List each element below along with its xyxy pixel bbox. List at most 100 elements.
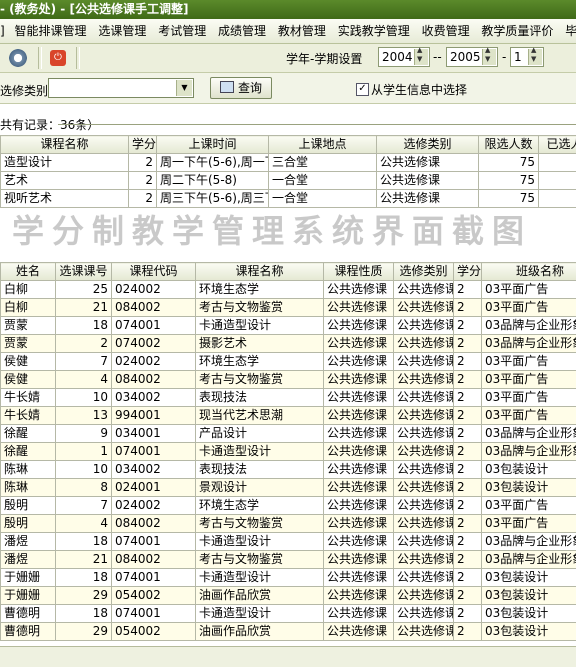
table-cell: 10 — [56, 389, 112, 407]
spin-arrows-icon[interactable] — [414, 49, 428, 65]
chevron-down-icon[interactable]: ▼ — [176, 80, 192, 96]
table-cell: 13 — [56, 407, 112, 425]
from-student-checkbox[interactable]: ✓ — [356, 83, 369, 96]
column-header[interactable]: 班级名称 — [482, 263, 576, 281]
table-cell: 公共选修课 — [394, 551, 454, 569]
menu-item-course-selection[interactable]: 选课管理 — [94, 19, 150, 43]
menu-item-teaching-evaluation[interactable]: 教学质量评价 — [477, 19, 557, 43]
table-cell: 牛长婧 — [1, 389, 56, 407]
table-cell: 一合堂 — [269, 172, 377, 190]
menu-item-exam[interactable]: 考试管理 — [154, 19, 210, 43]
table-cell: 2 — [454, 443, 482, 461]
column-header[interactable]: 课程名称 — [196, 263, 324, 281]
table-row[interactable]: 白柳25024002环境生态学公共选修课公共选修课203平面广告 — [1, 281, 576, 299]
table-row[interactable]: 陈琳10034002表现技法公共选修课公共选修课203包装设计 — [1, 461, 576, 479]
menu-item-fees[interactable]: 收费管理 — [418, 19, 474, 43]
table-row[interactable]: 徐醒9034001产品设计公共选修课公共选修课203品牌与企业形象 — [1, 425, 576, 443]
spin-arrows-icon[interactable] — [528, 49, 542, 65]
table-row[interactable]: 于姗姗18074001卡通造型设计公共选修课公共选修课203包装设计 — [1, 569, 576, 587]
column-header[interactable]: 课程名称 — [1, 136, 129, 154]
table-cell: 公共选修课 — [324, 605, 394, 623]
table-cell: 25 — [56, 281, 112, 299]
column-header[interactable]: 已选人数 — [539, 136, 576, 154]
table-cell — [539, 190, 576, 208]
column-header[interactable]: 学分 — [129, 136, 157, 154]
table-row[interactable]: 曹德明29054002油画作品欣赏公共选修课公共选修课203包装设计 — [1, 623, 576, 641]
table-cell: 环境生态学 — [196, 281, 324, 299]
table-row[interactable]: 殷明4084002考古与文物鉴赏公共选修课公共选修课203平面广告 — [1, 515, 576, 533]
table-row[interactable]: 视听艺术2周三下午(5-6),周三下午一合堂公共选修课75 — [1, 190, 576, 208]
table-row[interactable]: 贾蒙18074001卡通造型设计公共选修课公共选修课203品牌与企业形象 — [1, 317, 576, 335]
table-row[interactable]: 殷明7024002环境生态学公共选修课公共选修课203平面广告 — [1, 497, 576, 515]
table-cell: 公共选修课 — [394, 623, 454, 641]
table-row[interactable]: 艺术2周二下午(5-8)一合堂公共选修课75 — [1, 172, 576, 190]
table-cell: 75 — [479, 172, 539, 190]
table-row[interactable]: 牛长婧10034002表现技法公共选修课公共选修课203平面广告 — [1, 389, 576, 407]
menu-item-textbooks[interactable]: 教材管理 — [274, 19, 330, 43]
column-header[interactable]: 姓名 — [1, 263, 56, 281]
menu-item-course-scheduling[interactable]: 智能排课管理 — [11, 19, 91, 43]
table-cell: 公共选修课 — [394, 335, 454, 353]
table-row[interactable]: 贾蒙2074002摄影艺术公共选修课公共选修课203品牌与企业形象 — [1, 335, 576, 353]
column-header[interactable]: 学分 — [454, 263, 482, 281]
toolbar: ⏻ 学年-学期设置 2004 -- 2005 - 1 — [0, 44, 576, 73]
menu-item-grades[interactable]: 成绩管理 — [214, 19, 270, 43]
column-header[interactable]: 限选人数 — [479, 136, 539, 154]
table-cell: 18 — [56, 317, 112, 335]
column-header[interactable]: 课程性质 — [324, 263, 394, 281]
table-cell: 公共选修课 — [324, 317, 394, 335]
category-select[interactable]: ▼ — [48, 78, 194, 98]
table-cell: 周三下午(5-6),周三下午 — [157, 190, 269, 208]
table-cell: 公共选修课 — [394, 353, 454, 371]
table-cell: 摄影艺术 — [196, 335, 324, 353]
table-row[interactable]: 陈琳8024001景观设计公共选修课公共选修课203包装设计 — [1, 479, 576, 497]
watermark-banner: 学分制教学管理系统界面截图 — [0, 208, 576, 254]
table-row[interactable]: 牛长婧13994001现当代艺术思潮公共选修课公共选修课203平面广告 — [1, 407, 576, 425]
spin-arrows-icon[interactable] — [482, 49, 496, 65]
table-row[interactable]: 徐醒1074001卡通造型设计公共选修课公共选修课203品牌与企业形象 — [1, 443, 576, 461]
column-header[interactable]: 上课时间 — [157, 136, 269, 154]
table-cell: 公共选修课 — [324, 623, 394, 641]
table-cell: 7 — [56, 353, 112, 371]
window-title-bar: - (教务处) - [公共选修课手工调整] — [0, 0, 576, 19]
table-cell: 03包装设计 — [482, 605, 576, 623]
table-cell: 考古与文物鉴赏 — [196, 515, 324, 533]
table-cell: 视听艺术 — [1, 190, 129, 208]
column-header[interactable]: 选修类别 — [394, 263, 454, 281]
year-start-stepper[interactable]: 2004 — [378, 47, 430, 67]
table-row[interactable]: 侯健4084002考古与文物鉴赏公共选修课公共选修课203平面广告 — [1, 371, 576, 389]
menu-item-graduation[interactable]: 毕业管理 — [561, 19, 576, 43]
gear-icon[interactable] — [8, 48, 28, 68]
table-cell: 曹德明 — [1, 605, 56, 623]
table-cell: 2 — [454, 461, 482, 479]
table-cell: 考古与文物鉴赏 — [196, 371, 324, 389]
query-button[interactable]: 查询 — [210, 77, 272, 99]
table-cell: 公共选修课 — [394, 587, 454, 605]
menu-item-practice-teaching[interactable]: 实践教学管理 — [334, 19, 414, 43]
table-cell: 2 — [454, 281, 482, 299]
table-row[interactable]: 潘煜18074001卡通造型设计公共选修课公共选修课203品牌与企业形象 — [1, 533, 576, 551]
student-table-scroll[interactable]: 姓名 选课课号 课程代码 课程名称 课程性质 选修类别 学分 班级名称 白柳25… — [0, 262, 576, 646]
table-row[interactable]: 曹德明18074001卡通造型设计公共选修课公共选修课203包装设计 — [1, 605, 576, 623]
table-row[interactable]: 于姗姗29054002油画作品欣赏公共选修课公共选修课203包装设计 — [1, 587, 576, 605]
year-end-stepper[interactable]: 2005 — [446, 47, 498, 67]
table-cell: 024002 — [112, 281, 196, 299]
table-cell: 公共选修课 — [394, 497, 454, 515]
term-stepper[interactable]: 1 — [510, 47, 544, 67]
table-row[interactable]: 白柳21084002考古与文物鉴赏公共选修课公共选修课203平面广告 — [1, 299, 576, 317]
table-row[interactable]: 潘煜21084002考古与文物鉴赏公共选修课公共选修课203品牌与企业形象 — [1, 551, 576, 569]
table-cell: 2 — [454, 623, 482, 641]
table-cell: 公共选修课 — [377, 190, 479, 208]
table-row[interactable]: 造型设计2周一下午(5-6),周一下午三合堂公共选修课75 — [1, 154, 576, 172]
table-cell: 034002 — [112, 389, 196, 407]
table-row[interactable]: 侯健7024002环境生态学公共选修课公共选修课203平面广告 — [1, 353, 576, 371]
column-header[interactable]: 课程代码 — [112, 263, 196, 281]
power-icon[interactable]: ⏻ — [50, 50, 66, 66]
table-cell: 034001 — [112, 425, 196, 443]
column-header[interactable]: 选修类别 — [377, 136, 479, 154]
table-cell: 29 — [56, 587, 112, 605]
table-cell: 公共选修课 — [324, 497, 394, 515]
status-bar — [0, 646, 576, 667]
column-header[interactable]: 选课课号 — [56, 263, 112, 281]
column-header[interactable]: 上课地点 — [269, 136, 377, 154]
